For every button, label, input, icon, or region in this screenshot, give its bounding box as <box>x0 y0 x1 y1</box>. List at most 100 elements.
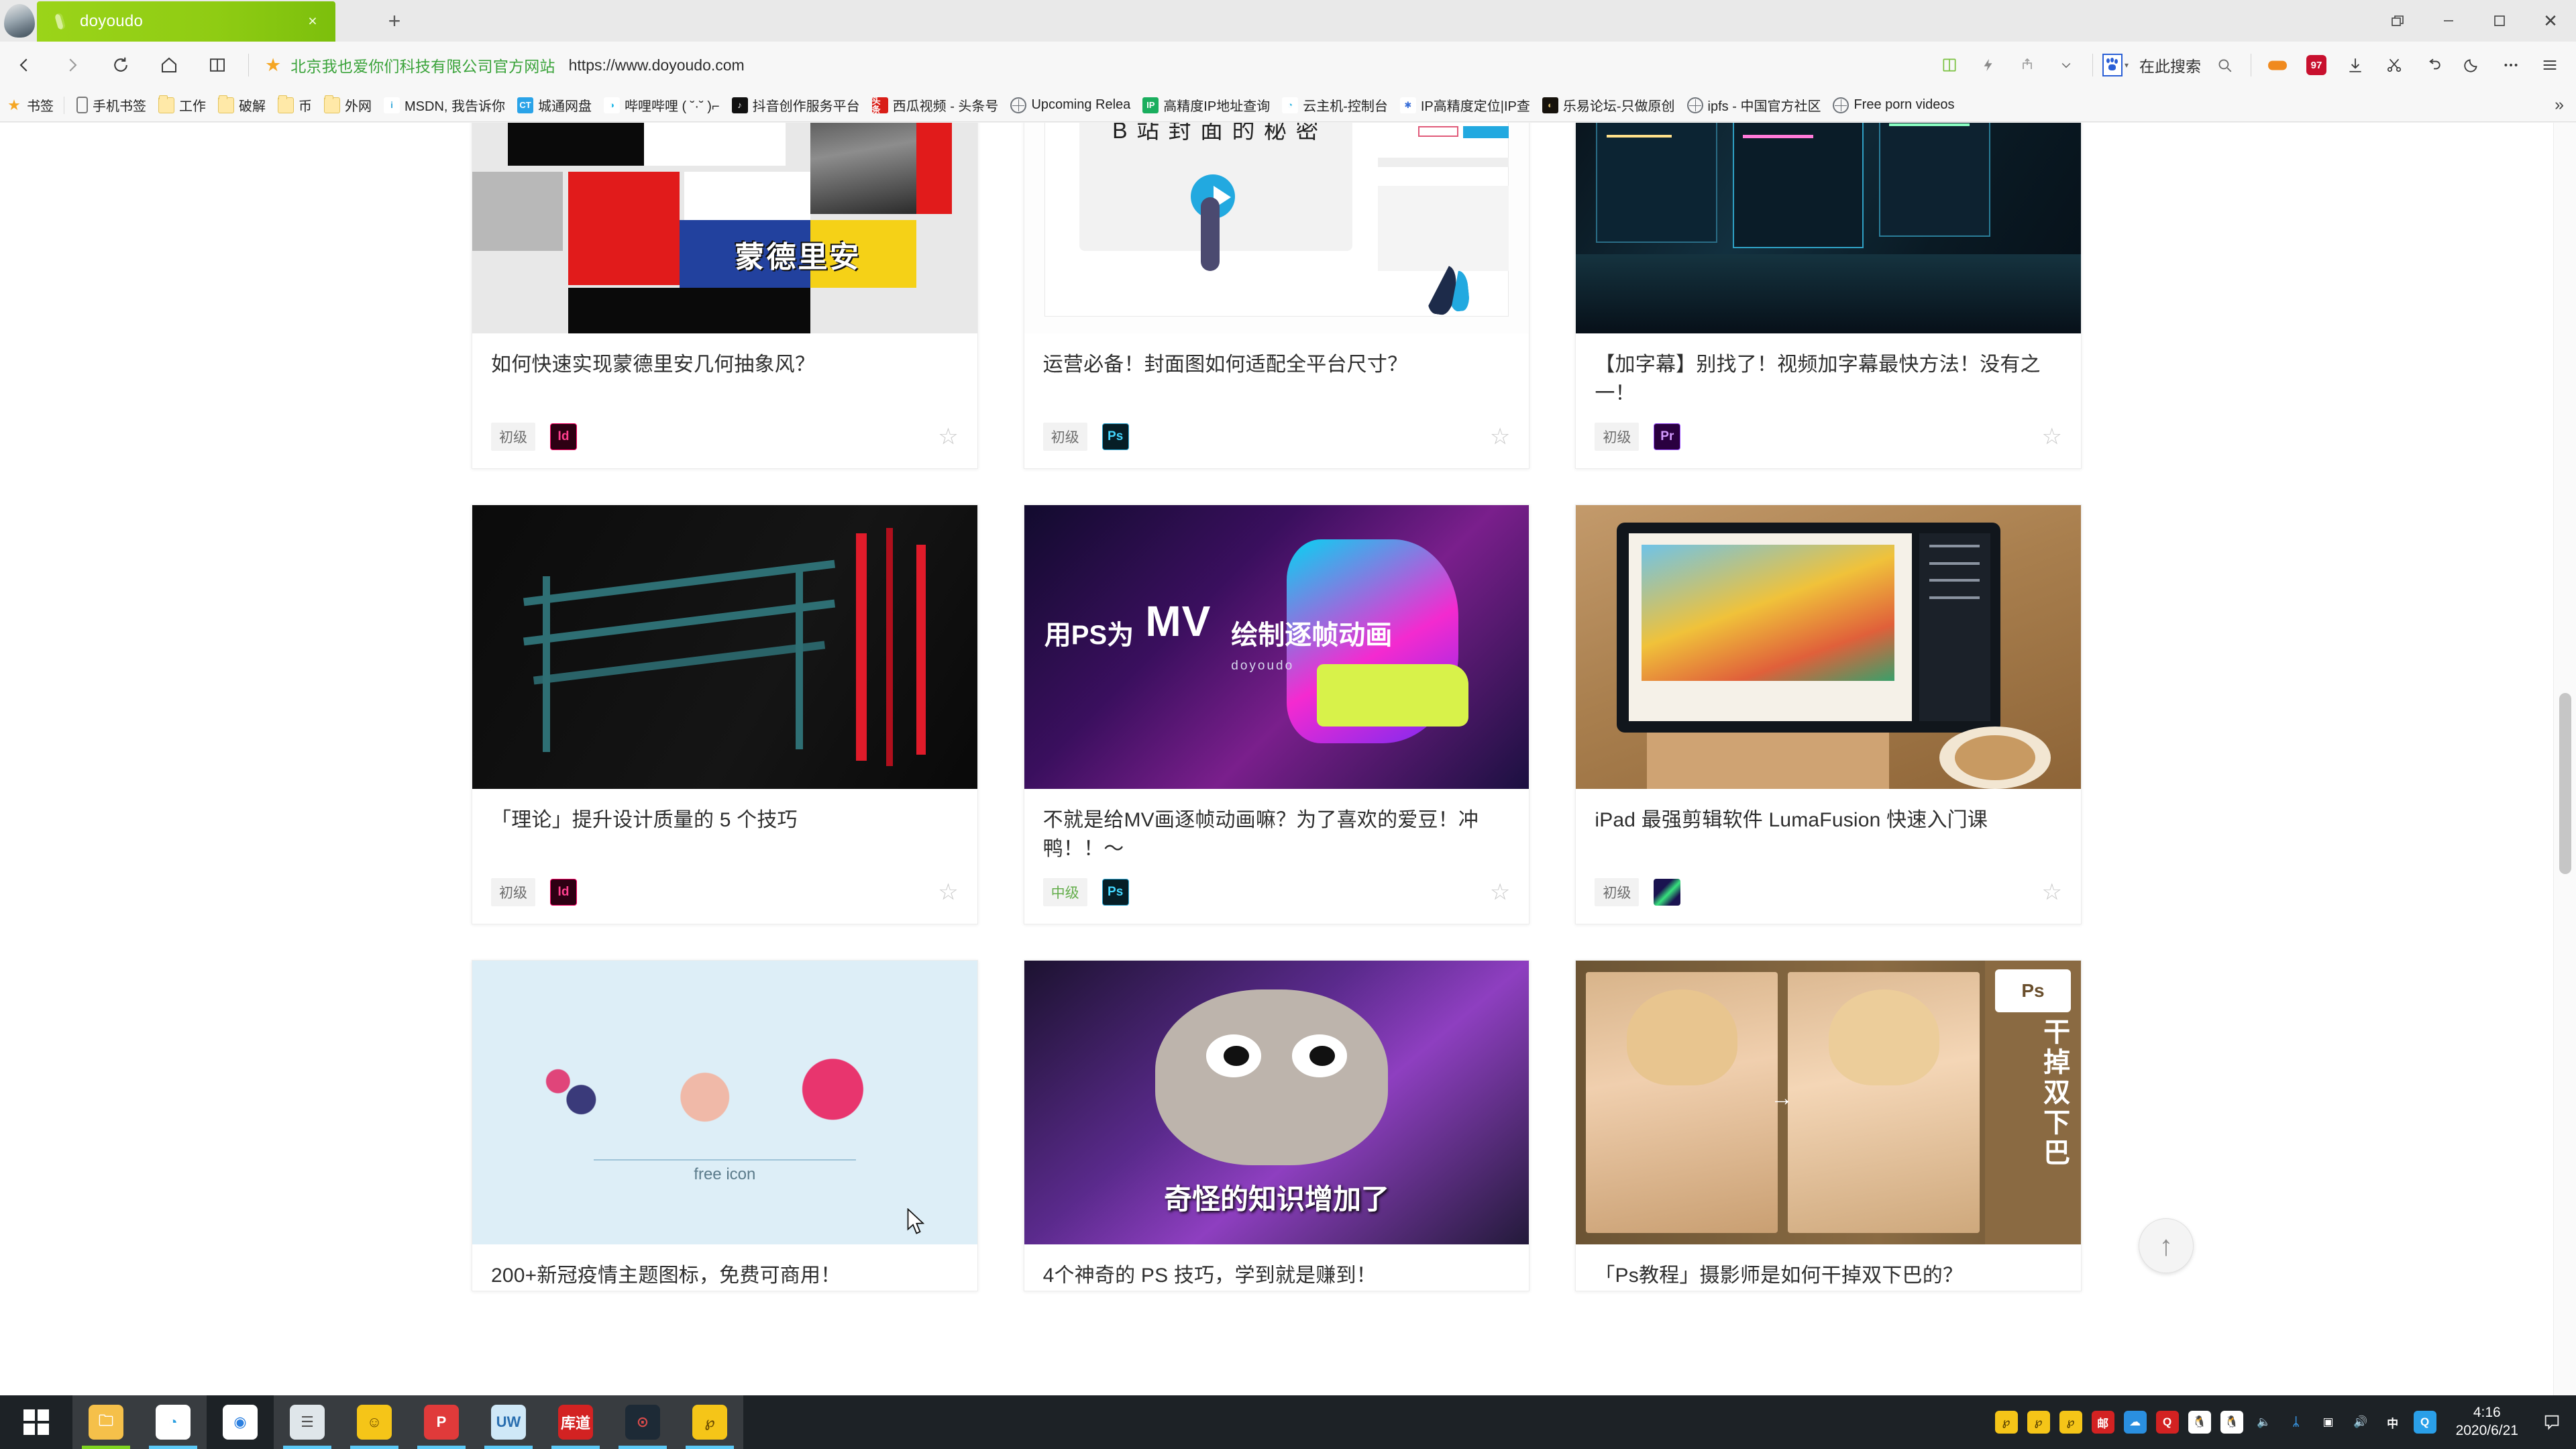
tray-ime-chinese-icon[interactable]: 中 <box>2377 1395 2409 1449</box>
favorite-star-icon[interactable]: ☆ <box>2042 425 2062 448</box>
tray-network-icon[interactable]: ▣ <box>2312 1395 2345 1449</box>
tray-qq-tray-icon[interactable]: Q <box>2409 1395 2441 1449</box>
back-to-top-button[interactable]: ↑ <box>2139 1218 2194 1273</box>
url-text[interactable]: https://www.doyoudo.com <box>569 56 745 74</box>
taskbar-potplayer-icon[interactable]: ☺ <box>341 1395 408 1449</box>
moon-icon[interactable] <box>2453 42 2491 89</box>
course-card[interactable]: 【加字幕】别找了！视频加字幕最快方法！没有之一！ 初级 Pr ☆ <box>1575 123 2082 470</box>
bookmark-item[interactable]: 头条 西瓜视频 - 头条号 <box>866 89 1005 121</box>
tray-onedrive-icon[interactable]: ☁ <box>2119 1395 2151 1449</box>
favorite-star-icon[interactable]: ☆ <box>2042 881 2062 904</box>
tray-potplayer-tray3-icon[interactable]: ℘ <box>2055 1395 2087 1449</box>
bookmark-item[interactable]: 币 <box>272 89 318 121</box>
engine-chevron-icon[interactable]: ▾ <box>2125 60 2129 70</box>
course-card[interactable]: 奇怪的知识增加了 4个神奇的 PS 技巧，学到就是赚到！ <box>1023 960 1530 1291</box>
tray-mail-icon[interactable]: 邮 <box>2087 1395 2119 1449</box>
course-card[interactable]: 「理论」提升设计质量的 5 个技巧 初级 Id ☆ <box>472 504 978 925</box>
tray-qq-penguin-icon[interactable]: 🐧 <box>2184 1395 2216 1449</box>
course-card[interactable]: free icon 200+新冠疫情主题图标，免费可商用！ <box>472 960 978 1291</box>
window-close-icon[interactable]: ✕ <box>2525 0 2576 42</box>
scrollbar-thumb[interactable] <box>2559 693 2571 874</box>
restore-down-icon[interactable] <box>2372 0 2423 42</box>
taskbar-notes-icon[interactable]: ☰ <box>274 1395 341 1449</box>
search-box[interactable]: ▾ 在此搜索 <box>2100 42 2205 89</box>
reader-icon[interactable] <box>193 42 241 89</box>
bookmark-item[interactable]: CT 城通网盘 <box>511 89 598 121</box>
bookmark-item[interactable]: 手机书签 <box>68 89 152 121</box>
taskbar-file-explorer-icon[interactable]: 🗀 <box>72 1395 140 1449</box>
card-thumbnail[interactable]: free icon <box>472 961 977 1245</box>
taskbar-chrome-icon[interactable]: ◉ <box>207 1395 274 1449</box>
search-icon[interactable] <box>2205 42 2244 89</box>
forward-icon[interactable] <box>48 42 97 89</box>
taskbar-davinci-icon[interactable]: ⊙ <box>609 1395 676 1449</box>
tray-potplayer-tray2-icon[interactable]: ℘ <box>2023 1395 2055 1449</box>
taskbar-pdf-icon[interactable]: P <box>408 1395 475 1449</box>
taskbar-qq-browser-icon[interactable]: ◔ <box>140 1395 207 1449</box>
tray-potplayer-tray-icon[interactable]: ℘ <box>1990 1395 2023 1449</box>
bookmark-item[interactable]: i MSDN, 我告诉你 <box>378 89 511 121</box>
tray-speaker-icon[interactable]: 🔊 <box>2345 1395 2377 1449</box>
tray-qq-penguin2-icon[interactable]: 🐧 <box>2216 1395 2248 1449</box>
taskbar-youdao-icon[interactable]: 库道 <box>542 1395 609 1449</box>
bookmark-item[interactable]: Upcoming Relea <box>1004 89 1136 121</box>
card-thumbnail[interactable]: 蒙德里安 <box>472 123 977 333</box>
bookmark-item[interactable]: ★ 书签 <box>0 89 60 121</box>
course-card[interactable]: iPad 最强剪辑软件 LumaFusion 快速入门课 初级 ☆ <box>1575 504 2082 925</box>
favorite-star-icon[interactable]: ☆ <box>938 425 958 448</box>
tray-qq-music-icon[interactable]: Q <box>2151 1395 2184 1449</box>
new-tab-button[interactable]: + <box>382 9 407 34</box>
bookmark-item[interactable]: 外网 <box>318 89 378 121</box>
page-scrollbar[interactable] <box>2553 123 2576 1395</box>
menu-icon[interactable] <box>2530 42 2569 89</box>
tray-bluetooth-icon[interactable]: ᛦ <box>2280 1395 2312 1449</box>
bookmark-item[interactable]: ◔ 云主机-控制台 <box>1276 89 1394 121</box>
close-icon[interactable]: × <box>305 13 321 29</box>
maximize-icon[interactable] <box>2474 0 2525 42</box>
chevron-down-icon[interactable] <box>2047 42 2086 89</box>
taskbar-potplayer2-icon[interactable]: ℘ <box>676 1395 743 1449</box>
tray-volume-mute-icon[interactable]: 🔈 <box>2248 1395 2280 1449</box>
minimize-icon[interactable] <box>2423 0 2474 42</box>
gamepad-icon[interactable] <box>2258 42 2297 89</box>
start-button[interactable] <box>0 1395 72 1449</box>
card-thumbnail[interactable]: → Ps 干掉双下巴 <box>1576 961 2082 1245</box>
browser-tab[interactable]: doyoudo × <box>37 1 335 42</box>
book-icon[interactable] <box>1930 42 1969 89</box>
download-icon[interactable] <box>2336 42 2375 89</box>
course-card[interactable]: 蒙德里安 如何快速实现蒙德里安几何抽象风？ 初级 Id ☆ <box>472 123 978 470</box>
action-center-icon[interactable] <box>2533 1395 2571 1449</box>
card-thumbnail[interactable] <box>1576 505 2082 790</box>
bookmarks-overflow-button[interactable]: » <box>2555 95 2576 115</box>
card-thumbnail[interactable]: B 站 封 面 的 秘 密 <box>1024 123 1529 333</box>
more-icon[interactable] <box>2491 42 2530 89</box>
address-bar[interactable]: ★ 北京我也爱你们科技有限公司官方网站 https://www.doyoudo.… <box>256 42 1930 89</box>
wps-icon[interactable]: 97 <box>2297 42 2336 89</box>
course-card[interactable]: B 站 封 面 的 秘 密 运营必备！封面图如何适配全平台尺寸？ 初级 Ps ☆ <box>1023 123 1530 470</box>
bookmark-star-icon[interactable]: ★ <box>265 55 281 76</box>
bookmark-item[interactable]: 工作 <box>152 89 212 121</box>
bookmark-item[interactable]: ◐ 乐易论坛-只做原创 <box>1536 89 1681 121</box>
card-thumbnail[interactable] <box>1576 123 2082 333</box>
bookmark-item[interactable]: ♪ 抖音创作服务平台 <box>726 89 866 121</box>
favorite-star-icon[interactable]: ☆ <box>1490 425 1510 448</box>
scissors-icon[interactable] <box>2375 42 2414 89</box>
bookmark-item[interactable]: 破解 <box>212 89 272 121</box>
search-input[interactable]: 在此搜索 <box>2139 54 2201 76</box>
card-thumbnail[interactable]: 用PS为 MV 绘制逐帧动画 doyoudo <box>1024 505 1529 790</box>
undo-icon[interactable] <box>2414 42 2453 89</box>
baidu-paw-icon[interactable] <box>2102 54 2123 76</box>
course-card[interactable]: → Ps 干掉双下巴 「Ps教程」摄影师是如何干掉双下巴的？ <box>1575 960 2082 1291</box>
taskbar-uwp-icon[interactable]: UW <box>475 1395 542 1449</box>
bookmark-item[interactable]: ◑ 哔哩哔哩 ( ˘·˘ )⌐ <box>598 89 726 121</box>
back-icon[interactable] <box>0 42 48 89</box>
bookmark-item[interactable]: ipfs - 中国官方社区 <box>1681 89 1827 121</box>
lightning-icon[interactable] <box>1969 42 2008 89</box>
share-icon[interactable] <box>2008 42 2047 89</box>
course-card[interactable]: 用PS为 MV 绘制逐帧动画 doyoudo 不就是给MV画逐帧动画嘛？为了喜欢… <box>1023 504 1530 925</box>
favorite-star-icon[interactable]: ☆ <box>938 881 958 904</box>
card-thumbnail[interactable]: 奇怪的知识增加了 <box>1024 961 1529 1245</box>
bookmark-item[interactable]: Free porn videos <box>1827 89 1960 121</box>
bookmark-item[interactable]: ✱ IP高精度定位|IP查 <box>1394 89 1536 121</box>
home-icon[interactable] <box>145 42 193 89</box>
